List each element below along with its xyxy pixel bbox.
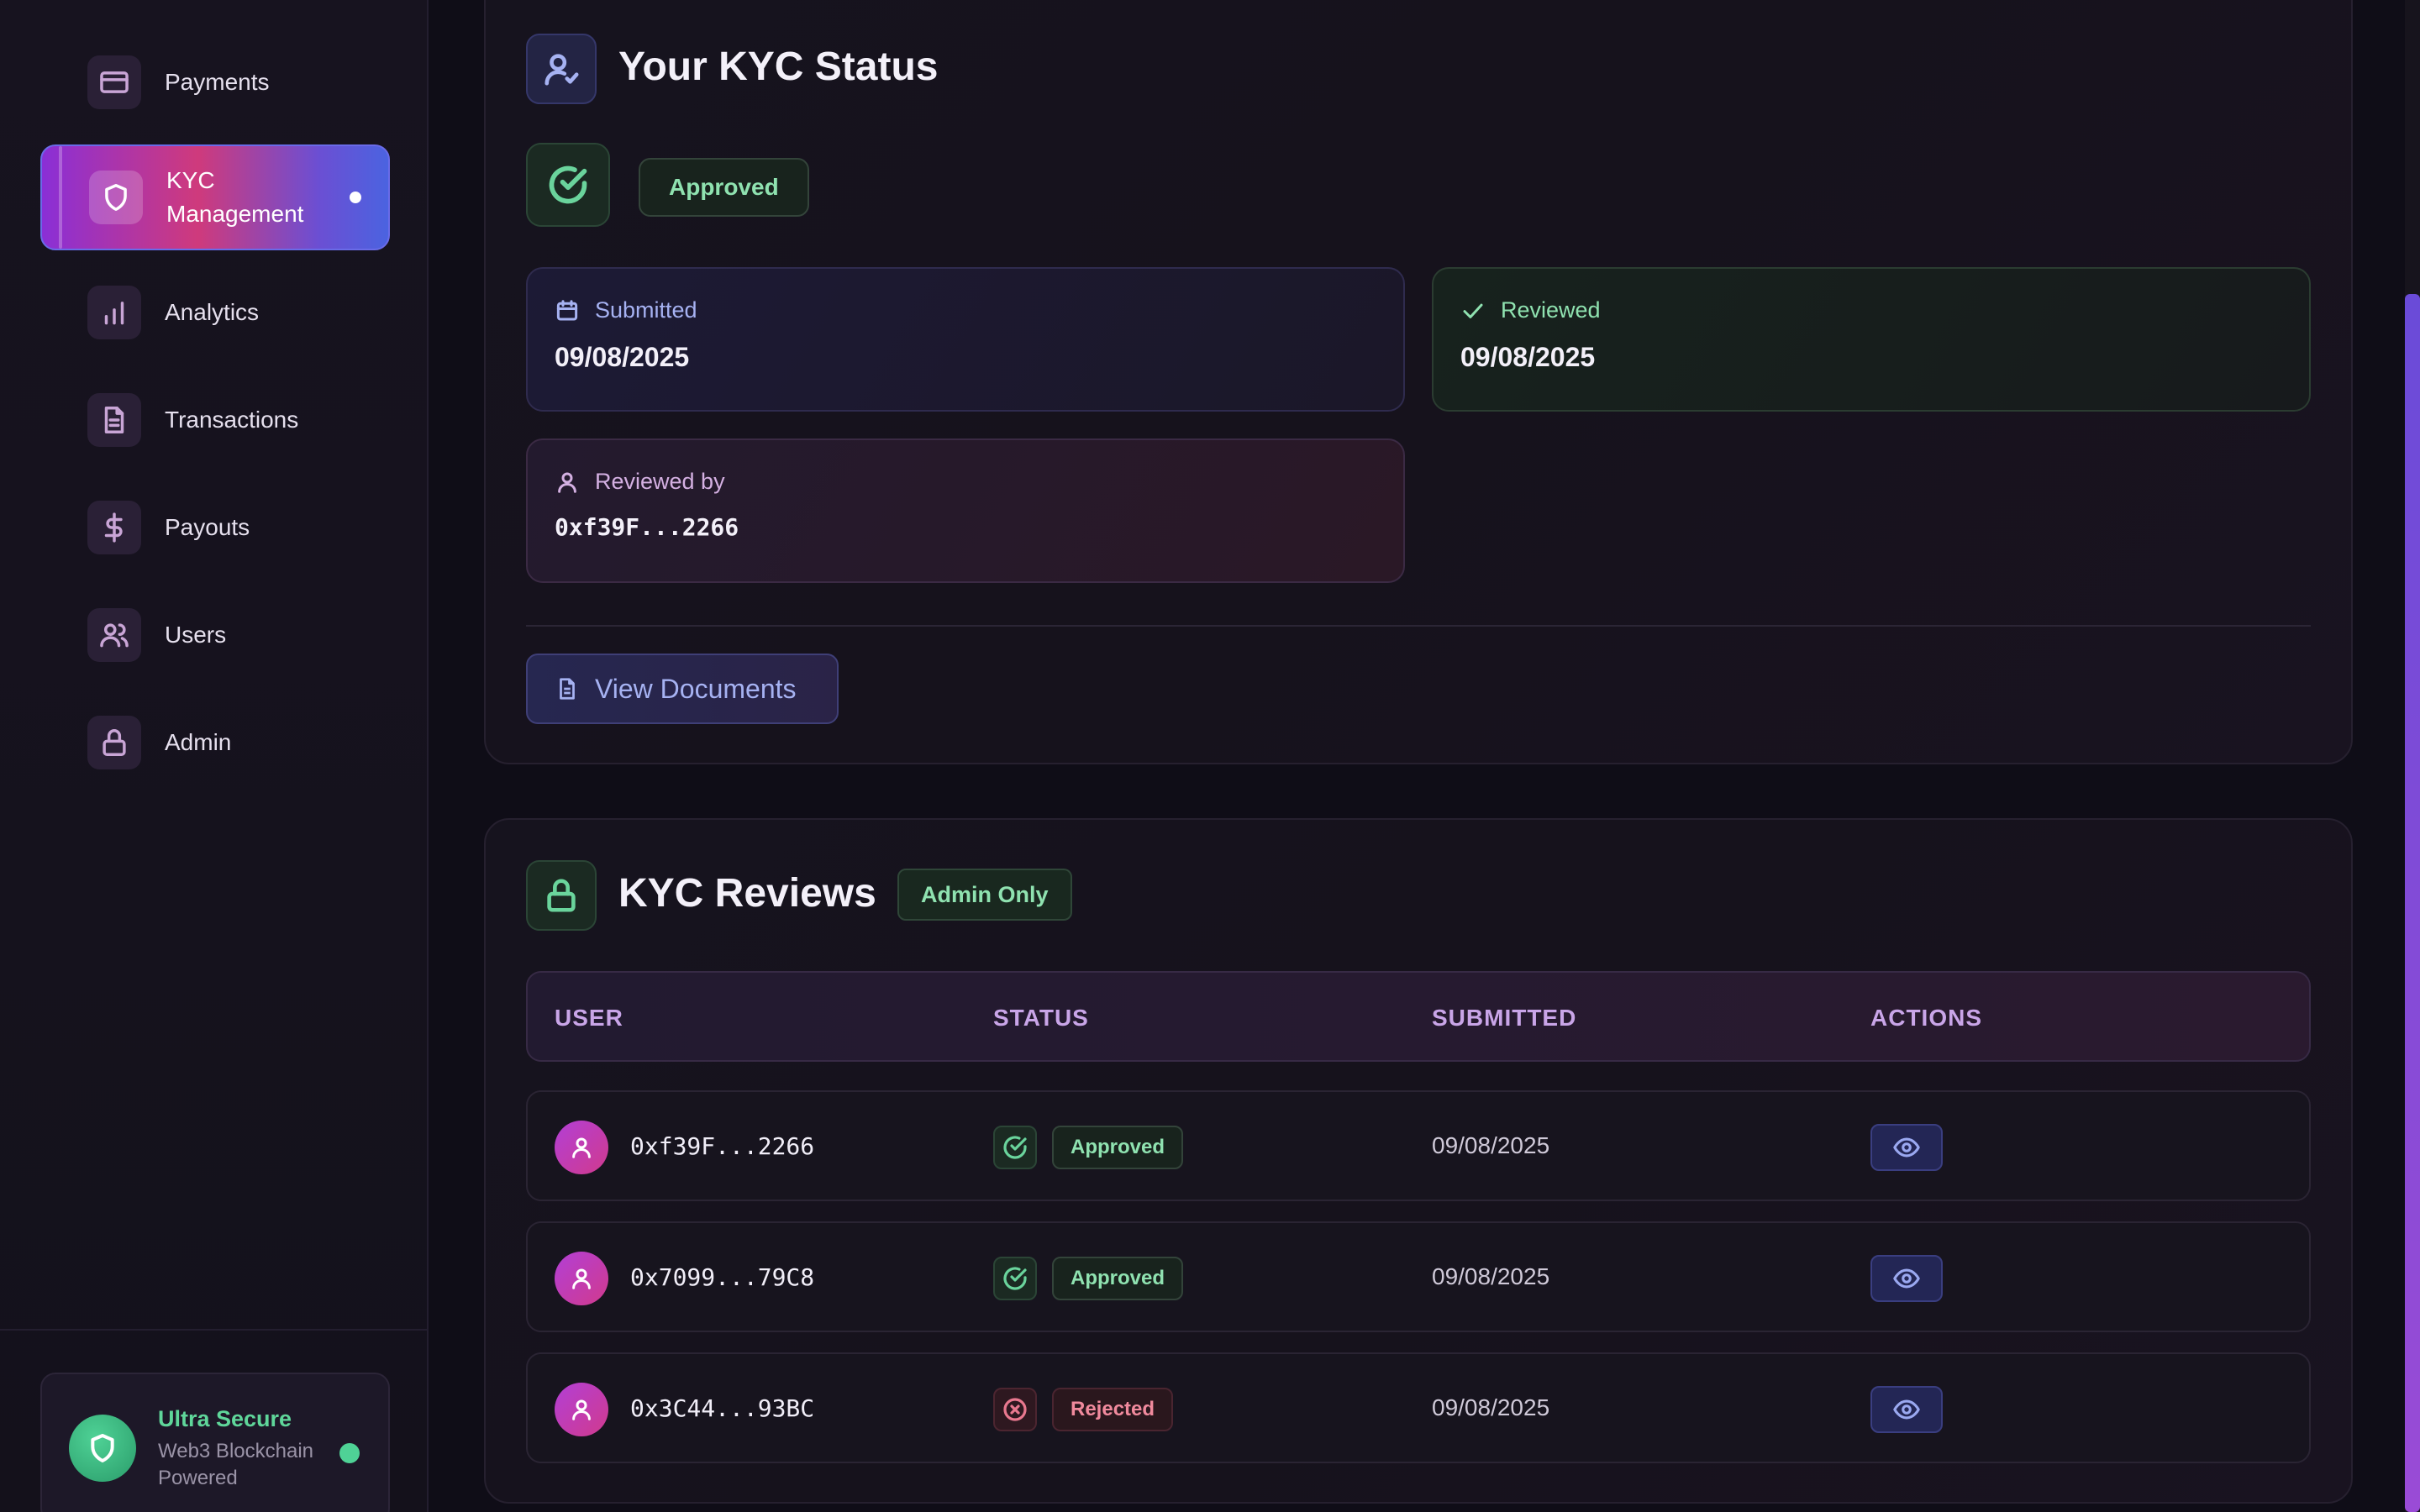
column-header-status: STATUS	[993, 1005, 1089, 1031]
sidebar-item-label: KYC Management	[166, 167, 304, 227]
user-address: 0x3C44...93BC	[630, 1394, 815, 1422]
sidebar-item-label: Payouts	[165, 514, 250, 540]
sidebar-item-payouts[interactable]: Payouts	[40, 477, 390, 578]
column-header-submitted: SUBMITTED	[1432, 1005, 1577, 1031]
security-status-card: Ultra Secure Web3 Blockchain Powered	[40, 1373, 390, 1512]
sidebar-item-label: Analytics	[165, 299, 260, 325]
security-title: Ultra Secure	[158, 1406, 292, 1431]
sidebar-item-kyc-management[interactable]: KYC Management	[40, 144, 390, 250]
sidebar-item-label: Users	[165, 622, 227, 648]
reviewed-date: 09/08/2025	[1460, 342, 1596, 372]
section-title: KYC Reviews	[618, 871, 876, 916]
view-documents-button[interactable]: View Documents	[526, 654, 839, 724]
reviewed-info-box: Reviewed 09/08/2025	[1432, 267, 2311, 412]
kyc-reviews-card: KYC Reviews Admin Only USER STATUS SUBMI…	[484, 818, 2353, 1504]
reviewer-address: 0xf39F...2266	[555, 513, 739, 541]
user-check-icon	[526, 34, 597, 104]
column-header-actions: ACTIONS	[1870, 1005, 1982, 1031]
user-icon	[572, 1399, 591, 1420]
online-status-dot	[339, 1443, 360, 1463]
divider	[526, 625, 2311, 627]
dollar-icon	[87, 501, 141, 554]
avatar	[555, 1252, 608, 1305]
lock-icon	[526, 860, 597, 931]
view-details-button[interactable]	[1870, 1386, 1943, 1433]
document-icon	[560, 678, 575, 700]
sidebar-item-analytics[interactable]: Analytics	[40, 262, 390, 363]
view-details-button[interactable]	[1870, 1124, 1943, 1171]
submitted-date: 09/08/2025	[1432, 1263, 1550, 1289]
user-icon	[558, 472, 576, 493]
status-badge: Approved	[639, 158, 809, 217]
sidebar-item-admin[interactable]: Admin	[40, 692, 390, 793]
table-row: 0x7099...79C8 Approved 09/08/2025	[526, 1221, 2311, 1332]
calendar-icon	[556, 299, 578, 320]
x-circle-icon	[993, 1388, 1037, 1431]
bar-chart-icon	[87, 286, 141, 339]
security-subtitle: Web3 Blockchain Powered	[158, 1440, 313, 1489]
eye-icon	[1893, 1137, 1920, 1158]
sidebar: Payments KYC Management Analytics Transa…	[0, 0, 429, 1512]
table-row: 0xf39F...2266 Approved 09/08/2025	[526, 1090, 2311, 1201]
table-header: USER STATUS SUBMITTED ACTIONS	[526, 971, 2311, 1062]
table-row: 0x3C44...93BC Rejected 09/08/2025	[526, 1352, 2311, 1463]
user-icon	[572, 1268, 591, 1289]
avatar	[555, 1383, 608, 1436]
users-icon	[87, 608, 141, 662]
eye-icon	[1893, 1268, 1920, 1289]
submitted-info-box: Submitted 09/08/2025	[526, 267, 1405, 412]
sidebar-item-users[interactable]: Users	[40, 585, 390, 685]
credit-card-icon	[87, 55, 141, 109]
sidebar-item-label: Payments	[165, 69, 270, 95]
user-address: 0xf39F...2266	[630, 1132, 815, 1160]
active-indicator	[350, 192, 361, 203]
lock-icon	[87, 716, 141, 769]
sidebar-item-label: Transactions	[165, 407, 299, 433]
reviewer-label: Reviewed by	[595, 469, 725, 494]
sidebar-item-transactions[interactable]: Transactions	[40, 370, 390, 470]
submitted-date: 09/08/2025	[1432, 1132, 1550, 1158]
sidebar-item-label: Admin	[165, 729, 232, 755]
shield-icon	[69, 1415, 136, 1482]
check-circle-icon	[993, 1126, 1037, 1169]
reviewer-info-box: Reviewed by 0xf39F...2266	[526, 438, 1405, 583]
sidebar-item-payments[interactable]: Payments	[40, 32, 390, 133]
check-circle-icon	[526, 143, 610, 227]
sidebar-divider	[0, 1329, 429, 1331]
check-circle-icon	[993, 1257, 1037, 1300]
column-header-user: USER	[555, 1005, 623, 1031]
user-address: 0x7099...79C8	[630, 1263, 815, 1291]
status-badge: Rejected	[1052, 1388, 1174, 1431]
view-details-button[interactable]	[1870, 1255, 1943, 1302]
view-documents-label: View Documents	[595, 673, 797, 704]
scrollbar[interactable]	[2405, 0, 2420, 1512]
submitted-date: 09/08/2025	[555, 342, 690, 372]
eye-icon	[1893, 1399, 1920, 1420]
user-icon	[572, 1137, 591, 1158]
page-title: Your KYC Status	[618, 45, 939, 89]
status-badge: Approved	[1052, 1126, 1184, 1169]
kyc-status-card: Your KYC Status Approved Submitted 09/08…	[484, 0, 2353, 764]
avatar	[555, 1121, 608, 1174]
document-icon	[87, 393, 141, 447]
shield-icon	[89, 171, 143, 224]
admin-only-badge: Admin Only	[897, 869, 1072, 921]
check-icon	[1463, 303, 1483, 318]
reviewed-label: Reviewed	[1501, 297, 1601, 323]
status-badge: Approved	[1052, 1257, 1184, 1300]
scrollbar-thumb[interactable]	[2405, 294, 2420, 1512]
submitted-date: 09/08/2025	[1432, 1394, 1550, 1420]
submitted-label: Submitted	[595, 297, 697, 323]
